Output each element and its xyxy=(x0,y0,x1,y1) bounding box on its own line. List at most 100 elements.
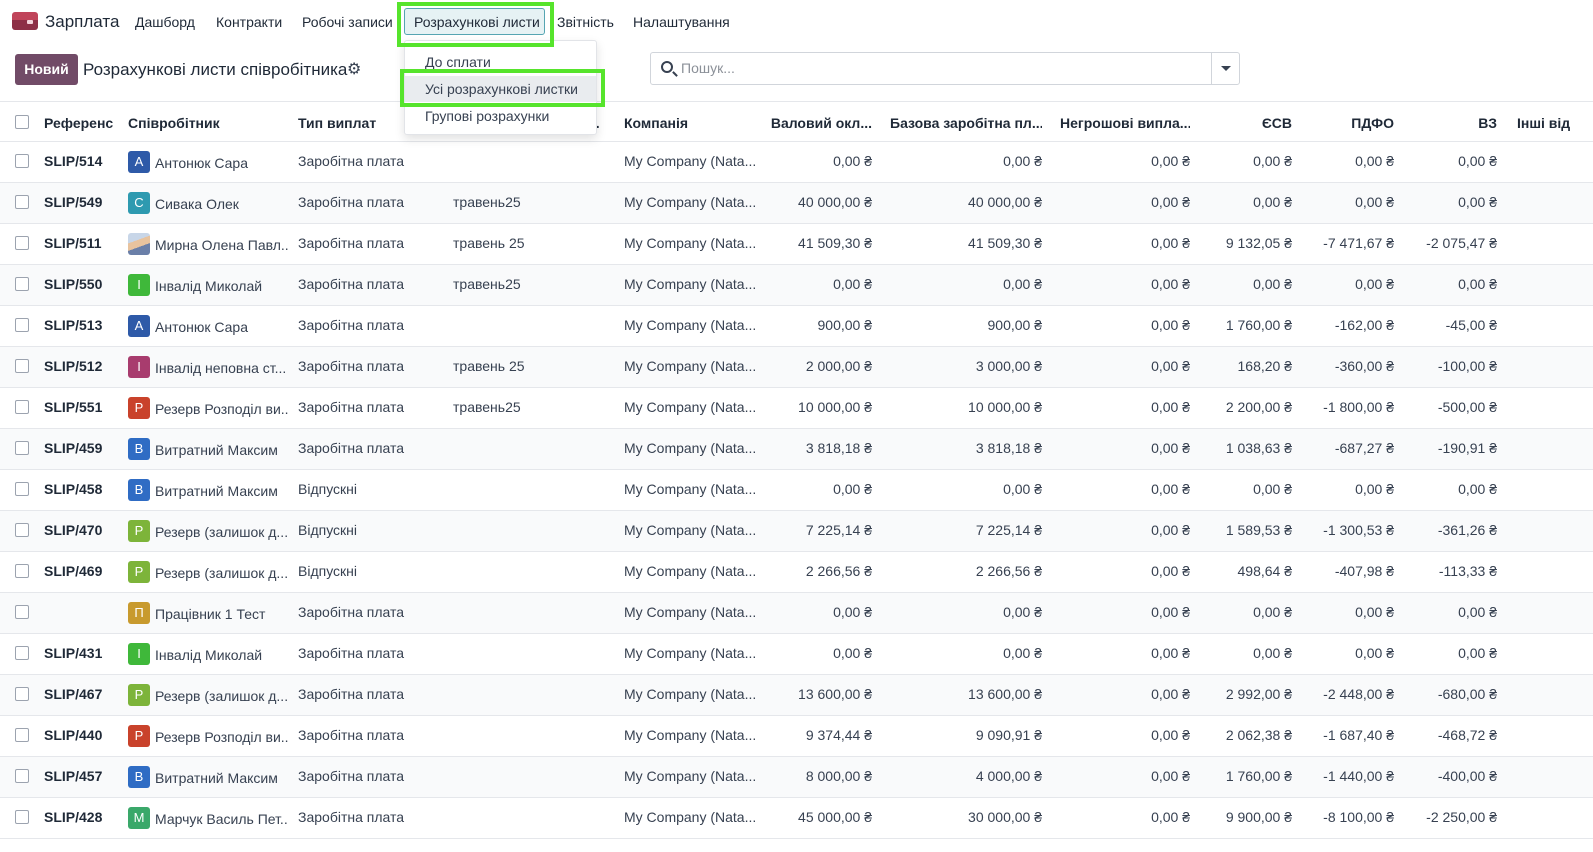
app-name[interactable]: Зарплата xyxy=(45,12,119,32)
cell-pay-type: Заробітна плата xyxy=(298,317,405,333)
row-checkbox[interactable] xyxy=(15,318,29,332)
cell-basic: 13 600,00 ₴ xyxy=(968,686,1042,702)
avatar: С xyxy=(128,192,150,214)
col-other[interactable]: Інші від xyxy=(1517,115,1593,131)
search-input[interactable] xyxy=(681,60,1201,76)
table-row[interactable]: М SLIP/428 Марчук Василь Пет... Заробітна п… xyxy=(0,798,1593,839)
cell-pay-type: Відпускні xyxy=(298,481,358,497)
row-checkbox[interactable] xyxy=(15,195,29,209)
cell-reference: SLIP/470 xyxy=(44,522,103,538)
dropdown-item-to-pay[interactable]: До сплати xyxy=(405,49,596,75)
row-checkbox[interactable] xyxy=(15,277,29,291)
gear-icon[interactable]: ⚙ xyxy=(347,59,361,79)
col-basic[interactable]: Базова заробітна пл... xyxy=(890,115,1042,131)
menu-reporting[interactable]: Звітність xyxy=(557,14,614,30)
row-checkbox[interactable] xyxy=(15,810,29,824)
cell-vz: -190,91 ₴ xyxy=(1437,440,1497,456)
col-pdfo[interactable]: ПДФО xyxy=(1310,115,1394,131)
table-row[interactable]: І SLIP/431 Інвалід Миколай Заробітна плата M… xyxy=(0,634,1593,675)
row-checkbox[interactable] xyxy=(15,441,29,455)
table-row[interactable]: А SLIP/514 Антонюк Сара Заробітна плата My C… xyxy=(0,142,1593,183)
row-checkbox[interactable] xyxy=(15,564,29,578)
menu-configuration[interactable]: Налаштування xyxy=(633,14,730,30)
row-checkbox[interactable] xyxy=(15,728,29,742)
cell-company: My Company (Nata... xyxy=(624,768,756,784)
cell-employee: Марчук Василь Пет... xyxy=(155,811,289,827)
cell-noncash: 0,00 ₴ xyxy=(1151,522,1190,538)
table-row[interactable]: І SLIP/550 Інвалід Миколай Заробітна плата т… xyxy=(0,265,1593,306)
table-row[interactable]: А SLIP/513 Антонюк Сара Заробітна плата My C… xyxy=(0,306,1593,347)
cell-employee: Резерв Розподіл ви... xyxy=(155,401,289,417)
table-row[interactable]: Р SLIP/440 Резерв Розподіл ви... Заробітна … xyxy=(0,716,1593,757)
cell-gross: 900,00 ₴ xyxy=(817,317,873,333)
col-employee[interactable]: Співробітник xyxy=(128,115,288,131)
cell-esv: 1 038,63 ₴ xyxy=(1225,440,1292,456)
row-checkbox[interactable] xyxy=(15,687,29,701)
col-noncash[interactable]: Негрошові випла... xyxy=(1060,115,1190,131)
row-checkbox[interactable] xyxy=(15,646,29,660)
new-button[interactable]: Новий xyxy=(15,54,78,85)
row-checkbox[interactable] xyxy=(15,400,29,414)
cell-reference: SLIP/513 xyxy=(44,317,103,333)
col-esv[interactable]: ЄСВ xyxy=(1210,115,1292,131)
cell-esv: 1 760,00 ₴ xyxy=(1225,768,1292,784)
table-row[interactable]: SLIP/511 Мирна Олена Павл... Заробітна пла… xyxy=(0,224,1593,265)
menu-payslips[interactable]: Розрахункові листи xyxy=(404,8,545,35)
table-row[interactable]: П Працівник 1 Тест Заробітна плата My Compa… xyxy=(0,593,1593,634)
row-checkbox[interactable] xyxy=(15,605,29,619)
cell-pay-type: Заробітна плата xyxy=(298,194,405,210)
cell-vz: -2 075,47 ₴ xyxy=(1426,235,1497,251)
cell-vz: 0,00 ₴ xyxy=(1458,481,1497,497)
table-row[interactable]: І SLIP/512 Інвалід неповна ст... Заробітна … xyxy=(0,347,1593,388)
table-row[interactable]: Р SLIP/551 Резерв Розподіл ви... Заробітна … xyxy=(0,388,1593,429)
avatar: П xyxy=(128,602,150,624)
table-row[interactable]: Р SLIP/467 Резерв (залишок д... Заробітна п… xyxy=(0,675,1593,716)
cell-noncash: 0,00 ₴ xyxy=(1151,809,1190,825)
dropdown-item-all-payslips[interactable]: Усі розрахункові листки xyxy=(405,76,596,102)
dropdown-item-batches[interactable]: Групові розрахунки xyxy=(405,103,596,129)
cell-employee: Резерв (залишок д... xyxy=(155,565,289,581)
cell-reference: SLIP/551 xyxy=(44,399,103,415)
cell-basic: 0,00 ₴ xyxy=(1003,604,1042,620)
row-checkbox[interactable] xyxy=(15,359,29,373)
row-checkbox[interactable] xyxy=(15,769,29,783)
menu-contracts[interactable]: Контракти xyxy=(216,14,282,30)
cell-noncash: 0,00 ₴ xyxy=(1151,727,1190,743)
row-checkbox[interactable] xyxy=(15,236,29,250)
search-options-toggle[interactable] xyxy=(1211,53,1239,84)
select-all-checkbox[interactable] xyxy=(15,115,29,129)
col-company[interactable]: Компанія xyxy=(624,115,764,131)
cell-noncash: 0,00 ₴ xyxy=(1151,768,1190,784)
cell-pay-type: Відпускні xyxy=(298,563,358,579)
payslips-dropdown-menu: До сплати Усі розрахункові листки Групов… xyxy=(404,40,597,135)
cell-noncash: 0,00 ₴ xyxy=(1151,153,1190,169)
menu-dashboard[interactable]: Дашборд xyxy=(135,14,195,30)
table-row[interactable]: Р SLIP/470 Резерв (залишок д... Відпускні My… xyxy=(0,511,1593,552)
col-reference[interactable]: Референс xyxy=(44,115,122,131)
avatar: В xyxy=(128,766,150,788)
payroll-app-icon[interactable] xyxy=(12,12,38,30)
menu-work-entries[interactable]: Робочі записи xyxy=(302,14,393,30)
cell-pay-type: Заробітна плата xyxy=(298,768,405,784)
cell-pdfo: -1 440,00 ₴ xyxy=(1323,768,1394,784)
col-vz[interactable]: ВЗ xyxy=(1410,115,1497,131)
cell-basic: 10 000,00 ₴ xyxy=(968,399,1042,415)
cell-esv: 0,00 ₴ xyxy=(1253,481,1292,497)
cell-pay-type: Заробітна плата xyxy=(298,399,405,415)
table-row[interactable]: В SLIP/457 Витратний Максим Заробітна плата… xyxy=(0,757,1593,798)
avatar: Р xyxy=(128,397,150,419)
cell-gross: 10 000,00 ₴ xyxy=(798,399,872,415)
col-gross[interactable]: Валовий окл... xyxy=(762,115,872,131)
cell-batch: травень25 xyxy=(453,399,521,415)
cell-pay-type: Заробітна плата xyxy=(298,727,405,743)
row-checkbox[interactable] xyxy=(15,482,29,496)
table-row[interactable]: С SLIP/549 Сивака Олек Заробітна плата траве… xyxy=(0,183,1593,224)
table-row[interactable]: В SLIP/459 Витратний Максим Заробітна плата… xyxy=(0,429,1593,470)
table-row[interactable]: В SLIP/458 Витратний Максим Відпускні My Com… xyxy=(0,470,1593,511)
table-row[interactable]: Р SLIP/469 Резерв (залишок д... Відпускні My… xyxy=(0,552,1593,593)
row-checkbox[interactable] xyxy=(15,523,29,537)
row-checkbox[interactable] xyxy=(15,154,29,168)
cell-gross: 40 000,00 ₴ xyxy=(798,194,872,210)
cell-gross: 0,00 ₴ xyxy=(833,604,872,620)
cell-pdfo: 0,00 ₴ xyxy=(1355,276,1394,292)
